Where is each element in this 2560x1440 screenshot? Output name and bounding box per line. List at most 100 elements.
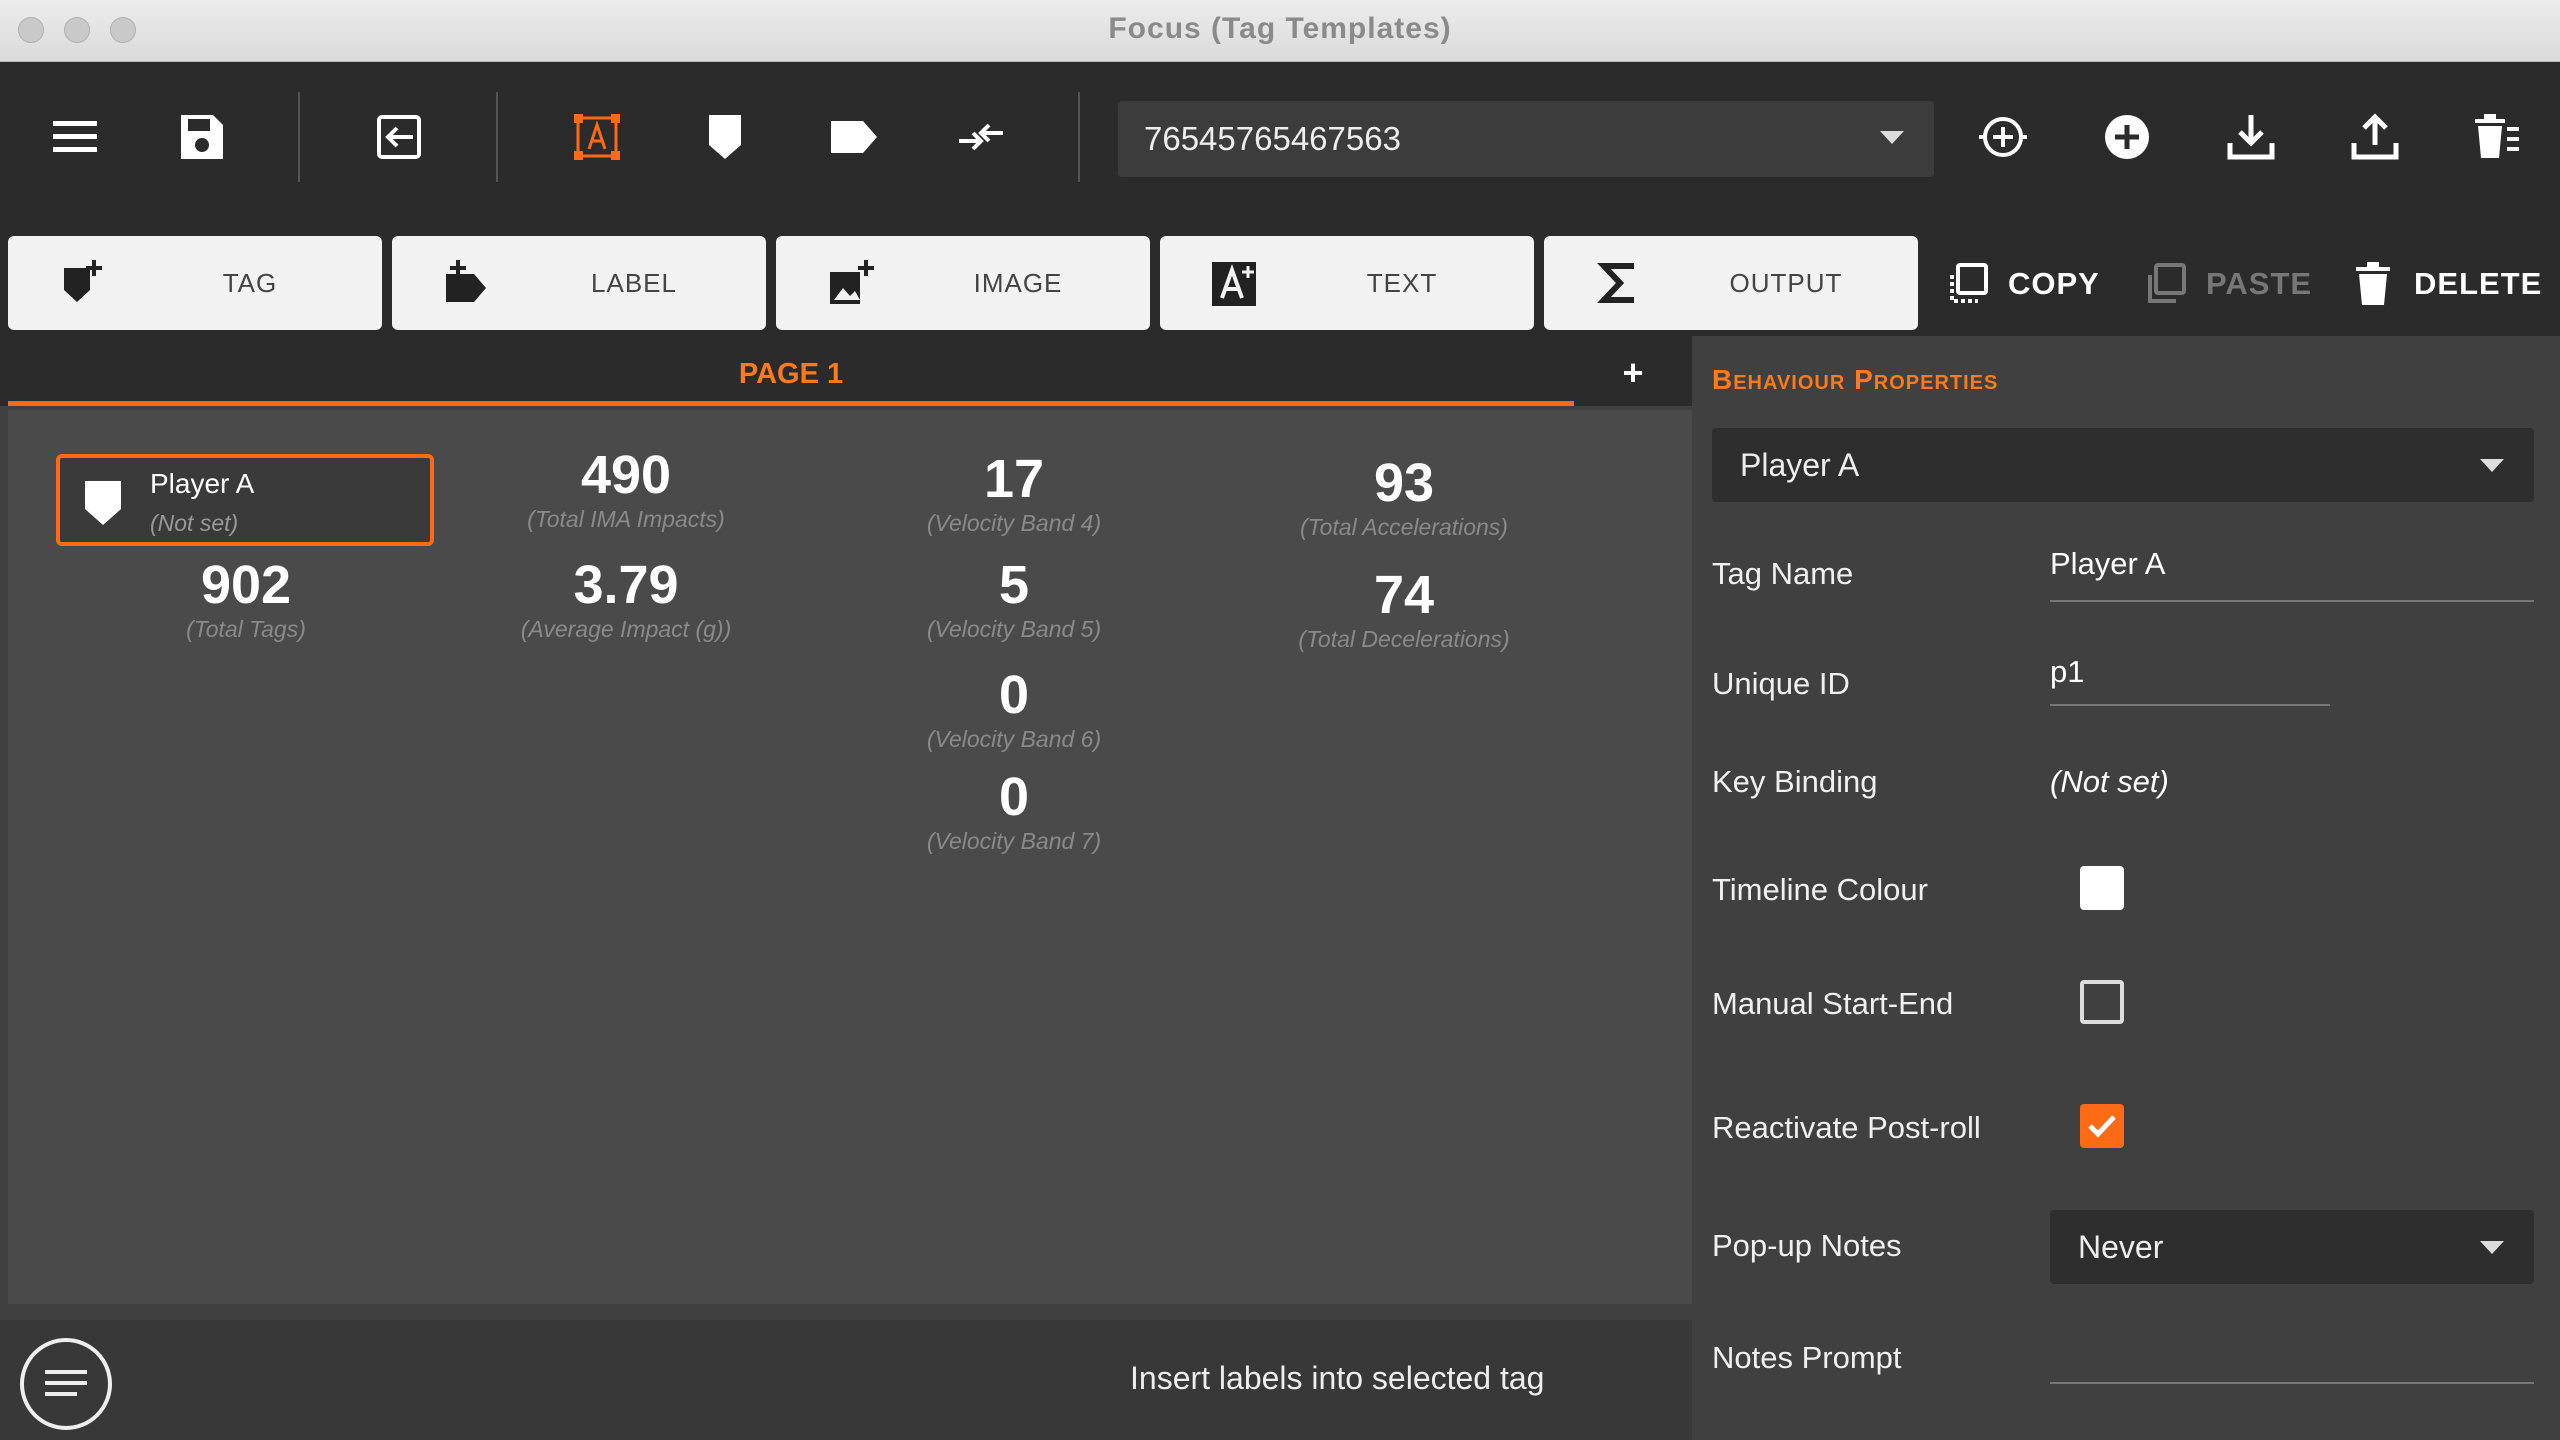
add-tag-button[interactable]: TAG [8, 236, 382, 330]
checkmark-icon [2088, 1115, 2116, 1138]
tag-tool[interactable] [690, 102, 760, 172]
panel-title: Behaviour Properties [1712, 364, 1999, 395]
sigma-icon [1597, 263, 1634, 303]
toolbar-divider [298, 92, 300, 182]
target-add-icon [1979, 117, 2027, 157]
text-frame-tool[interactable] [562, 102, 632, 172]
popup-notes-label: Pop-up Notes [1712, 1228, 1902, 1263]
stat-caption: (Total Accelerations) [1300, 514, 1508, 540]
stat-value: 0 [998, 665, 1030, 725]
stat-velocity-band-5[interactable]: 5 (Velocity Band 5) [854, 556, 1174, 643]
shield-icon [85, 481, 121, 525]
exit-button[interactable] [364, 102, 434, 172]
tag-selector[interactable]: Player A [1712, 428, 2534, 502]
tag-element-name: Player A [150, 468, 255, 499]
toolbar-divider [1078, 92, 1080, 182]
lines-icon [45, 1370, 87, 1396]
stat-velocity-band-6[interactable]: 0 (Velocity Band 6) [854, 666, 1174, 753]
stat-total-accelerations[interactable]: 93 (Total Accelerations) [1244, 454, 1564, 541]
options-button[interactable] [20, 1338, 112, 1430]
stat-caption: (Total Decelerations) [1298, 626, 1510, 652]
add-output-button[interactable]: OUTPUT [1544, 236, 1918, 330]
popup-notes-value: Never [2078, 1228, 2164, 1265]
stat-value: 74 [1373, 565, 1435, 625]
properties-panel: Behaviour Properties Player A Tag Name P… [1692, 336, 2560, 1440]
title-bar: Focus (Tag Templates) [0, 0, 2560, 62]
tag-element-key: (Not set) [150, 510, 239, 536]
notes-prompt-input[interactable] [2050, 1336, 2534, 1376]
add-tag-label: TAG [222, 268, 278, 298]
exit-icon [377, 115, 421, 159]
tag-element-selected[interactable]: Player A (Not set) [56, 454, 434, 546]
main-toolbar: 76545765467563 [0, 62, 2560, 216]
timeline-colour-label: Timeline Colour [1712, 872, 1928, 907]
page-tabs: PAGE 1 + [0, 336, 1692, 406]
stat-caption: (Total IMA Impacts) [527, 506, 725, 532]
page-workspace[interactable]: Player A (Not set) 902 (Total Tags) 490 … [8, 410, 1692, 1304]
menu-button[interactable] [40, 102, 110, 172]
plus-circle-icon [2105, 115, 2149, 159]
chevron-down-icon [2480, 1241, 2504, 1254]
toolbar-divider [496, 92, 498, 182]
status-message: Insert labels into selected tag [1130, 1360, 1545, 1396]
paste-button[interactable]: PASTE [2142, 256, 2312, 312]
merge-arrows-icon [959, 123, 1003, 151]
manual-start-end-checkbox[interactable] [2080, 980, 2124, 1024]
merge-tool[interactable] [946, 102, 1016, 172]
stat-total-ima-impacts[interactable]: 490 (Total IMA Impacts) [466, 446, 786, 533]
tag-name-input[interactable]: Player A [2050, 546, 2165, 582]
unique-id-underline [2050, 704, 2330, 706]
popup-notes-select[interactable]: Never [2050, 1210, 2534, 1284]
add-text-button[interactable]: TEXT [1160, 236, 1534, 330]
stat-velocity-band-7[interactable]: 0 (Velocity Band 7) [854, 768, 1174, 855]
stat-total-decelerations[interactable]: 74 (Total Decelerations) [1244, 566, 1564, 653]
paste-label: PASTE [2206, 266, 2313, 301]
upload-icon [2351, 113, 2399, 160]
add-image-label: IMAGE [973, 268, 1063, 298]
stat-caption: (Average Impact (g)) [520, 616, 732, 642]
reactivate-postroll-checkbox[interactable] [2080, 1104, 2124, 1148]
add-target-button[interactable] [1968, 102, 2038, 172]
add-image-icon [830, 260, 874, 304]
dataset-selector[interactable]: 76545765467563 [1118, 101, 1934, 177]
stat-average-impact[interactable]: 3.79 (Average Impact (g)) [466, 556, 786, 643]
dataset-value: 76545765467563 [1144, 120, 1401, 157]
save-icon [181, 115, 223, 159]
import-button[interactable] [2216, 102, 2286, 172]
add-image-button[interactable]: IMAGE [776, 236, 1150, 330]
copy-label: COPY [2008, 266, 2100, 301]
add-tag-icon [64, 260, 102, 302]
stat-caption: (Velocity Band 5) [926, 616, 1102, 642]
tab-page-1[interactable]: PAGE 1 [8, 336, 1574, 406]
menu-icon [53, 121, 97, 152]
status-bar: Insert labels into selected tag [0, 1320, 1692, 1440]
tag-selector-value: Player A [1740, 446, 1860, 483]
stat-value: 490 [580, 445, 672, 505]
stat-value: 93 [1373, 453, 1435, 513]
label-icon [831, 121, 877, 153]
save-button[interactable] [166, 102, 236, 172]
label-tool[interactable] [818, 102, 888, 172]
unique-id-input[interactable]: p1 [2050, 654, 2084, 690]
delete-all-button[interactable] [2462, 102, 2532, 172]
stat-caption: (Total Tags) [186, 616, 306, 642]
add-page-button[interactable]: + [1610, 350, 1656, 396]
copy-button[interactable]: COPY [1944, 256, 2100, 312]
add-label-button[interactable]: LABEL [392, 236, 766, 330]
text-frame-icon [574, 114, 620, 160]
trash-icon [2356, 262, 2390, 305]
export-button[interactable] [2340, 102, 2410, 172]
add-text-icon [1212, 262, 1256, 306]
chevron-down-icon [2480, 459, 2504, 472]
timeline-colour-swatch[interactable] [2080, 866, 2124, 910]
template-canvas: PAGE 1 + Player A (Not set) 902 (Total T… [0, 336, 1692, 1440]
stat-velocity-band-4[interactable]: 17 (Velocity Band 4) [854, 450, 1174, 537]
key-binding-value[interactable]: (Not set) [2050, 764, 2169, 800]
stat-total-tags[interactable]: 902 (Total Tags) [86, 556, 406, 643]
shield-icon [709, 115, 741, 159]
stat-value: 5 [998, 555, 1030, 615]
stat-value: 3.79 [573, 555, 679, 615]
delete-button[interactable]: DELETE [2350, 256, 2542, 312]
add-label-label: LABEL [591, 268, 677, 298]
add-button[interactable] [2092, 102, 2162, 172]
